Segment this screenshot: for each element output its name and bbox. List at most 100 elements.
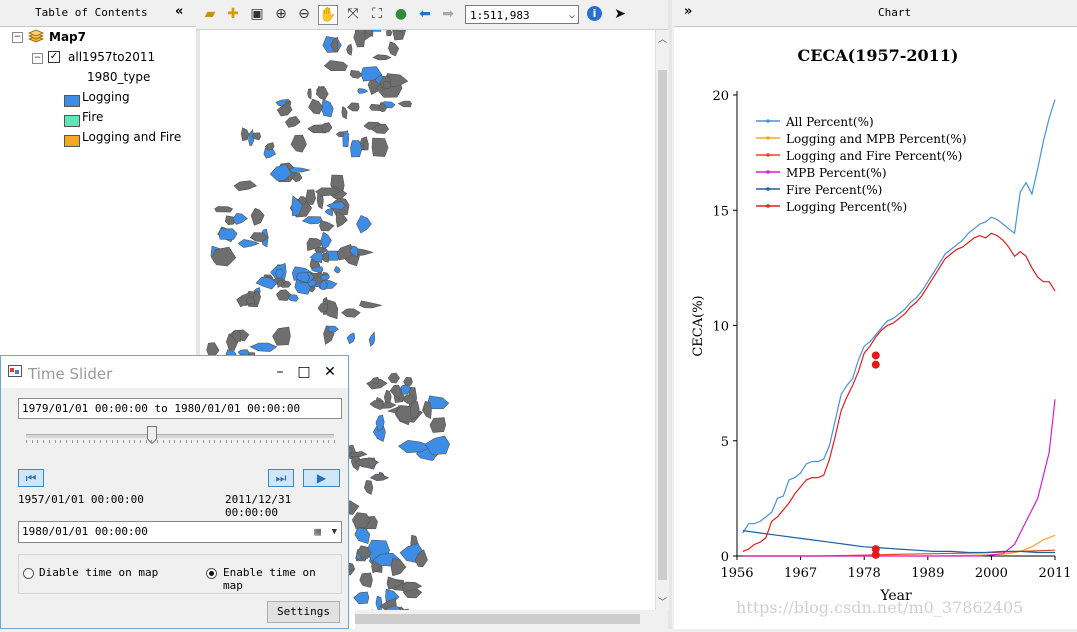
step-back-button[interactable]: ⏮ [18,469,44,487]
map-polygon[interactable] [285,116,300,127]
map-polygon[interactable] [212,247,236,266]
map-polygon[interactable] [303,217,323,224]
map-polygon[interactable] [273,327,291,345]
map-polygon[interactable] [372,138,388,157]
map-polygon[interactable] [312,267,323,273]
map-polygon[interactable] [423,401,432,418]
map-polygon[interactable] [215,207,233,213]
map-polygon[interactable] [398,101,411,107]
map-polygon[interactable] [360,301,382,308]
map-polygon[interactable] [388,42,398,56]
map-polygon[interactable] [430,418,446,433]
map-polygon[interactable] [370,474,388,481]
map-polygon[interactable] [265,143,274,151]
map-polygon[interactable] [372,377,379,383]
map-polygon[interactable] [250,343,277,352]
current-time-picker[interactable]: 1980/01/01 00:00:00 ▦ ▼ [18,521,342,543]
map-name[interactable]: Map7 [49,30,86,44]
time-range-field[interactable]: 1979/01/01 00:00:00 to 1980/01/01 00:00:… [18,398,342,419]
map-polygon[interactable] [373,55,391,60]
map-polygon[interactable] [308,89,312,99]
map-polygon[interactable] [241,128,249,141]
map-polygon[interactable] [364,481,373,495]
map-polygon[interactable] [347,333,355,344]
map-polygon[interactable] [291,135,307,152]
map-polygon[interactable] [324,61,347,71]
map-polygon[interactable] [316,86,328,99]
save-icon[interactable]: ▣ [248,5,266,23]
hscroll-thumb[interactable] [355,614,640,624]
map-vertical-scrollbar[interactable]: ︿ ﹀ [655,30,669,610]
pan-icon[interactable]: ✋ [318,5,338,25]
map-polygon[interactable] [376,596,382,610]
map-polygon[interactable] [358,89,368,94]
map-polygon[interactable] [322,123,332,133]
globe-icon[interactable]: ● [392,5,410,23]
calendar-icon[interactable]: ▦ [314,522,321,542]
map-polygon[interactable] [390,385,402,399]
time-track[interactable] [26,434,334,438]
collapse-layer-icon[interactable]: − [32,53,43,64]
scroll-up-icon[interactable]: ︿ [658,32,667,45]
chevron-down-icon[interactable]: ⌵ [569,6,575,25]
map-polygon[interactable] [251,208,264,225]
map-polygon[interactable] [342,107,347,119]
expand-icon[interactable]: » [684,4,692,19]
map-polygon[interactable] [360,573,373,588]
map-polygon[interactable] [369,332,375,346]
close-icon[interactable]: ✕ [319,362,341,382]
map-polygon[interactable] [354,30,365,47]
enable-time-label[interactable]: Enable time on map [223,566,341,592]
chevron-down-icon[interactable]: ▼ [332,522,337,542]
zoom-out-icon[interactable]: ⊖ [295,5,313,23]
map-polygon[interactable] [391,558,406,576]
map-polygon[interactable] [411,402,420,420]
fixed-zoom-in-icon[interactable]: ⤧ [344,5,362,23]
map-polygon[interactable] [327,202,345,210]
map-polygon[interactable] [309,99,323,114]
disable-time-radio[interactable] [23,568,34,579]
map-polygon[interactable] [347,44,353,55]
map-polygon[interactable] [233,213,248,224]
map-polygon[interactable] [321,100,333,117]
select-arrow-icon[interactable]: ➤ [611,5,629,23]
settings-button[interactable]: Settings [267,601,340,623]
map-polygon[interactable] [325,208,333,215]
scale-dropdown[interactable]: 1:511,983 ⌵ [465,5,579,24]
map-polygon[interactable] [386,30,392,36]
map-polygon[interactable] [388,373,399,383]
scroll-down-icon[interactable]: ﹀ [658,595,667,608]
disable-time-label[interactable]: Diable time on map [39,566,158,579]
map-polygon[interactable] [234,181,257,191]
map-polygon[interactable] [355,527,370,543]
map-polygon[interactable] [219,229,237,240]
time-slider-titlebar[interactable]: Time Slider – □ ✕ [1,356,348,388]
full-extent-icon[interactable]: ⛶ [368,5,386,23]
map-polygon[interactable] [350,70,362,78]
collapse-icon[interactable]: « [175,4,183,19]
map-polygon[interactable] [343,131,349,147]
zoom-in-icon[interactable]: ⊕ [272,5,290,23]
layer-visibility-checkbox[interactable]: ✓ [48,51,60,63]
map-polygon[interactable] [256,277,277,289]
layer-name[interactable]: all1957to2011 [68,50,155,64]
back-icon[interactable]: ⬅ [416,5,434,23]
info-icon[interactable]: i [587,6,602,21]
map-polygon[interactable] [334,266,340,273]
enable-time-radio[interactable] [206,568,217,579]
maximize-icon[interactable]: □ [293,362,315,382]
map-polygon[interactable] [328,326,338,332]
map-polygon[interactable] [319,221,334,231]
map-polygon[interactable] [306,190,316,205]
forward-icon[interactable]: ➡ [439,5,457,23]
step-forward-button[interactable]: ⏭ [268,469,294,487]
map-polygon[interactable] [348,103,360,111]
map-polygon[interactable] [342,309,361,318]
scroll-thumb[interactable] [658,70,667,580]
map-polygon[interactable] [318,304,328,313]
map-horizontal-scrollbar[interactable] [355,610,668,629]
map-polygon[interactable] [321,232,332,249]
map-polygon[interactable] [289,168,310,173]
play-button[interactable]: ▶ [303,469,340,487]
map-polygon[interactable] [354,592,369,604]
